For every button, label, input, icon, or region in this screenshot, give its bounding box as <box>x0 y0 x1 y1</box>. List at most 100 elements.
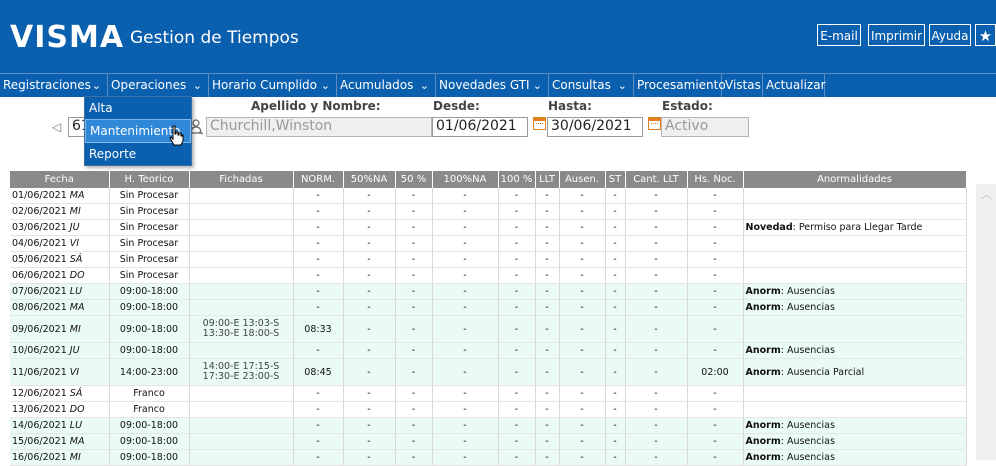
help-button[interactable]: Ayuda <box>929 24 971 46</box>
teorico-cell: 09:00-18:00 <box>109 449 190 466</box>
menu-vistas[interactable]: Vistas <box>722 74 763 97</box>
table-row[interactable]: 06/06/2021 DO Sin Procesar - - - - - - - - - - <box>10 267 967 284</box>
c100-cell: - <box>498 299 536 316</box>
st-cell: - <box>605 251 626 268</box>
c100na-cell: - <box>432 267 499 284</box>
estado-label: Estado: <box>662 99 713 113</box>
menu-registraciones[interactable]: Registraciones ⌄ <box>0 74 108 97</box>
cant-llt-cell: - <box>625 315 688 343</box>
menu-actualizar[interactable]: Actualizar <box>763 74 826 97</box>
c50-cell: - <box>395 342 433 359</box>
menu-acumulados[interactable]: Acumulados ⌄ <box>337 74 436 97</box>
ausen-cell: - <box>559 433 606 450</box>
norm-cell: - <box>293 449 344 466</box>
table-row[interactable]: 03/06/2021 JU Sin Procesar - - - - - - - - - - Noved… <box>10 219 967 236</box>
app-header: VISMA Gestion de Tiempos E-mail Imprimir… <box>0 0 996 73</box>
cant-llt-cell: - <box>625 235 688 252</box>
norm-cell: - <box>293 417 344 434</box>
llt-cell: - <box>535 267 560 284</box>
date-cell: 15/06/2021 MA <box>10 433 110 450</box>
menu-horario-cumplido[interactable]: Horario Cumplido ⌄ <box>209 74 337 97</box>
legajo-input[interactable]: 61 <box>68 117 85 137</box>
dropdown-item-alta[interactable]: Alta <box>85 97 191 119</box>
c50-cell: - <box>395 299 433 316</box>
table-row[interactable]: 09/06/2021 MI 09:00-18:00 09:00-E 13:03-S 1… <box>10 315 967 343</box>
teorico-cell: Franco <box>109 385 190 402</box>
llt-cell: - <box>535 449 560 466</box>
desde-date-field[interactable]: 01/06/2021 <box>432 117 528 137</box>
estado-field[interactable]: Activo <box>661 117 749 137</box>
calendar-icon[interactable] <box>533 117 546 130</box>
table-body: 01/06/2021 MA Sin Procesar - - - - - - - - - -02/06… <box>10 188 967 466</box>
c50na-cell: - <box>343 188 396 204</box>
norm-cell: - <box>293 251 344 268</box>
teorico-cell: Franco <box>109 401 190 418</box>
ausen-cell: - <box>559 203 606 220</box>
favorites-button[interactable]: ★ <box>975 24 996 46</box>
menu-procesamiento[interactable]: Procesamiento <box>634 74 726 97</box>
table-row[interactable]: 01/06/2021 MA Sin Procesar - - - - - - - - - - <box>10 188 967 204</box>
print-button[interactable]: Imprimir <box>868 24 925 46</box>
column-header: NORM. <box>293 171 344 188</box>
visma-logo: VISMA <box>10 20 125 55</box>
vertical-scrollbar[interactable]: ︿ <box>976 184 996 460</box>
prev-arrow-icon[interactable]: ◁ <box>52 120 61 134</box>
cant-llt-cell: - <box>625 385 688 402</box>
table-row[interactable]: 07/06/2021 LU 09:00-18:00- - - - - - - - - - Anorm:… <box>10 283 967 300</box>
hs-noc-cell: - <box>687 219 744 236</box>
teorico-cell: Sin Procesar <box>109 219 190 236</box>
teorico-cell: 09:00-18:00 <box>109 283 190 300</box>
st-cell: - <box>605 449 626 466</box>
menu-operaciones[interactable]: Operaciones ⌄ <box>108 74 209 97</box>
c50na-cell: - <box>343 449 396 466</box>
norm-cell: - <box>293 385 344 402</box>
column-header: ST <box>605 171 626 188</box>
date-cell: 11/06/2021 VI <box>10 358 110 386</box>
c100na-cell: - <box>432 358 499 386</box>
date-cell: 02/06/2021 MI <box>10 203 110 220</box>
scroll-up-icon[interactable]: ︿ <box>981 186 992 202</box>
teorico-cell: 09:00-18:00 <box>109 417 190 434</box>
user-search-icon[interactable] <box>190 119 204 135</box>
llt-cell: - <box>535 299 560 316</box>
menu-consultas[interactable]: Consultas ⌄ <box>549 74 634 97</box>
name-field[interactable]: Churchill,Winston <box>206 117 432 137</box>
table-row[interactable]: 15/06/2021 MA 09:00-18:00- - - - - - - - - - Anorm:… <box>10 433 967 450</box>
st-cell: - <box>605 283 626 300</box>
anormalidades-cell: Anorm: Ausencia Parcial <box>743 358 967 386</box>
table-row[interactable]: 08/06/2021 MA 09:00-18:00- - - - - - - - - - Anorm:… <box>10 299 967 316</box>
cant-llt-cell: - <box>625 358 688 386</box>
table-row[interactable]: 14/06/2021 LU 09:00-18:00- - - - - - - - - - Anorm:… <box>10 417 967 434</box>
anormalidades-cell: Anorm: Ausencias <box>743 299 967 316</box>
hasta-date-field[interactable]: 30/06/2021 <box>547 117 643 137</box>
st-cell: - <box>605 315 626 343</box>
c100na-cell: - <box>432 299 499 316</box>
cant-llt-cell: - <box>625 219 688 236</box>
c50na-cell: - <box>343 358 396 386</box>
c50-cell: - <box>395 315 433 343</box>
c100-cell: - <box>498 358 536 386</box>
anormalidades-cell <box>743 385 967 402</box>
ausen-cell: - <box>559 283 606 300</box>
calendar-icon[interactable] <box>648 117 661 130</box>
table-row[interactable]: 04/06/2021 VI Sin Procesar - - - - - - - - - - <box>10 235 967 252</box>
table-row[interactable]: 12/06/2021 SÁ Franco - - - - - - - - - - <box>10 385 967 402</box>
table-row[interactable]: 10/06/2021 JU 09:00-18:00- - - - - - - - - - Anorm:… <box>10 342 967 359</box>
menu-novedades-gti[interactable]: Novedades GTI ⌄ <box>436 74 549 97</box>
c50-cell: - <box>395 385 433 402</box>
email-button[interactable]: E-mail <box>817 24 861 46</box>
table-row[interactable]: 11/06/2021 VI 14:00-23:00 14:00-E 17:15-S 1… <box>10 358 967 386</box>
table-row[interactable]: 05/06/2021 SÁ Sin Procesar - - - - - - - - - - <box>10 251 967 268</box>
table-row[interactable]: 13/06/2021 DO Franco - - - - - - - - - - <box>10 401 967 418</box>
anormalidades-cell <box>743 203 967 220</box>
table-row[interactable]: 16/06/2021 MI 09:00-18:00- - - - - - - - - - Anorm:… <box>10 449 967 466</box>
st-cell: - <box>605 385 626 402</box>
app-title: Gestion de Tiempos <box>130 28 299 48</box>
hs-noc-cell: - <box>687 235 744 252</box>
c50-cell: - <box>395 433 433 450</box>
c100-cell: - <box>498 449 536 466</box>
fichadas-cell <box>189 219 294 236</box>
c100na-cell: - <box>432 401 499 418</box>
fichadas-cell <box>189 385 294 402</box>
table-row[interactable]: 02/06/2021 MI Sin Procesar - - - - - - - - - - <box>10 203 967 220</box>
